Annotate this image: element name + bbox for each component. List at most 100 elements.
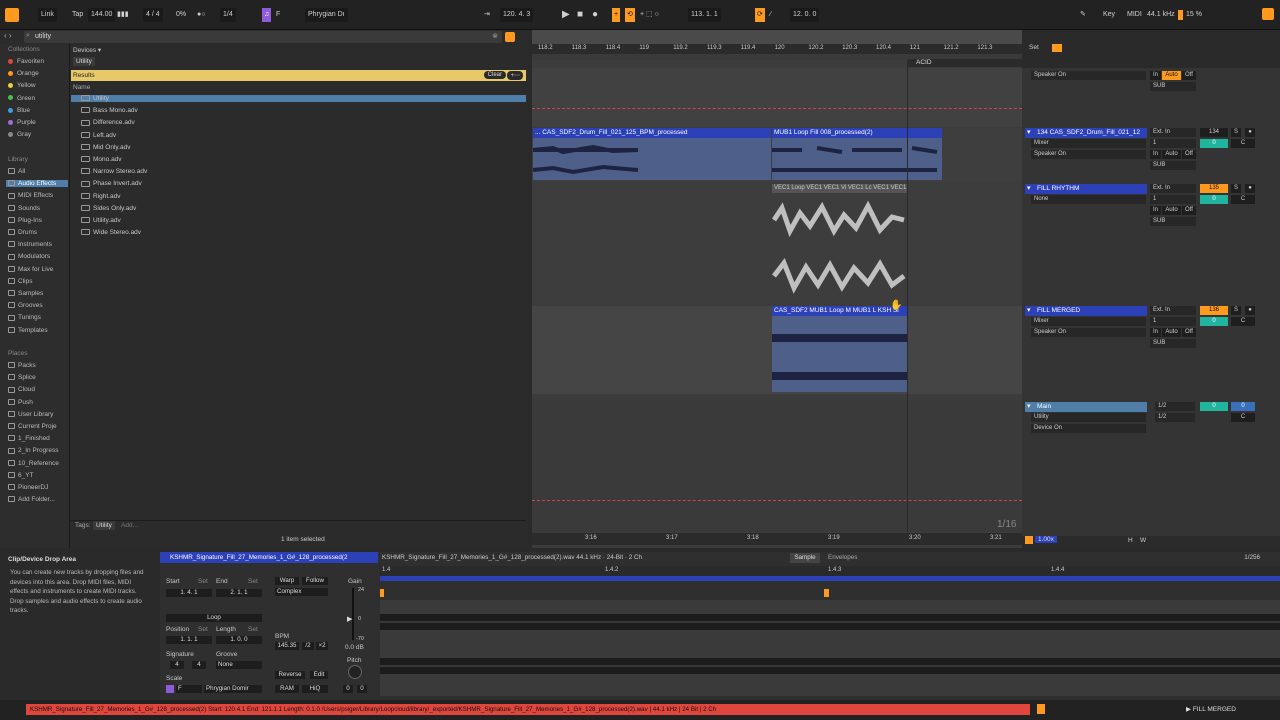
monitor-off-button[interactable]: Off: [1182, 206, 1196, 215]
loop-button[interactable]: Loop: [166, 614, 262, 622]
file-item[interactable]: Bass Mono.adv: [81, 107, 138, 114]
collection-item[interactable]: Orange: [8, 70, 39, 77]
punch-icon[interactable]: + ⬚ ○: [640, 8, 659, 22]
monitor-auto-button[interactable]: Auto: [1162, 71, 1181, 80]
output-sub-select[interactable]: SUB: [1150, 217, 1196, 226]
file-item[interactable]: Difference.adv: [81, 119, 135, 126]
follow-button[interactable]: Follow: [302, 577, 328, 585]
link-button[interactable]: Link: [38, 8, 57, 22]
h-toggle[interactable]: H: [1128, 537, 1133, 544]
output-sub-select[interactable]: SUB: [1150, 82, 1196, 91]
volume-field[interactable]: 0: [1200, 139, 1228, 148]
library-item[interactable]: Sounds: [6, 205, 68, 212]
library-item[interactable]: Grooves: [6, 302, 68, 309]
beat-ruler[interactable]: 118.2 118.3 118.4 119 119.2 119.3 119.4 120 120.…: [532, 44, 1022, 54]
record-dot-icon[interactable]: ●○: [197, 8, 205, 22]
main-pan[interactable]: C: [1231, 413, 1255, 422]
monitor-off-button[interactable]: Off: [1182, 71, 1196, 80]
half-tempo-button[interactable]: /2: [302, 642, 314, 650]
clip-merged[interactable]: CAS_SDF2 MUB1 Loop M MUB1 L KSH Si: [772, 306, 908, 392]
stop-icon[interactable]: ■: [577, 8, 583, 22]
fold-arrow-icon[interactable]: ▾: [1027, 402, 1031, 412]
device-select[interactable]: Utility: [1031, 413, 1146, 422]
track-lane-top[interactable]: [532, 68, 1022, 127]
input-channel-select[interactable]: 1: [1150, 195, 1196, 204]
pan-field[interactable]: C: [1231, 139, 1255, 148]
play-icon[interactable]: ▶: [562, 8, 570, 22]
track-title-bar[interactable]: ▾ FILL MERGED: [1025, 306, 1147, 316]
view-toggle-icon[interactable]: [5, 8, 19, 22]
monitor-auto-button[interactable]: Auto: [1162, 150, 1181, 159]
song-position[interactable]: 120. 4. 3: [500, 8, 534, 22]
place-item[interactable]: 10_Reference: [8, 460, 59, 467]
breadcrumb[interactable]: Devices ▾: [73, 46, 101, 54]
place-item[interactable]: PioneerDJ: [8, 484, 48, 491]
place-item[interactable]: User Library: [8, 411, 53, 418]
collection-item[interactable]: Green: [8, 95, 35, 102]
track-number-button[interactable]: 136: [1200, 306, 1228, 315]
library-item[interactable]: Audio Effects: [6, 180, 68, 188]
main-output-select[interactable]: 1/2: [1155, 402, 1195, 411]
tap-button[interactable]: Tap: [72, 8, 83, 22]
device-param-select[interactable]: Device On: [1031, 424, 1146, 433]
clear-search-icon[interactable]: ⊗: [492, 32, 498, 40]
record-icon[interactable]: ●: [592, 8, 598, 22]
output-select[interactable]: Speaker On: [1031, 150, 1146, 159]
overdub-icon[interactable]: +: [612, 8, 621, 22]
key-map-button[interactable]: Key: [1103, 8, 1115, 22]
library-item[interactable]: Tunings: [6, 314, 68, 321]
scale-name-select[interactable]: Phrygian Domir: [204, 685, 262, 693]
solo-button[interactable]: S: [1231, 128, 1241, 137]
main-track-title[interactable]: ▾ Main: [1025, 402, 1147, 412]
end-set-button[interactable]: Set: [248, 578, 258, 585]
library-item[interactable]: Plug-Ins: [6, 217, 68, 224]
follow-icon[interactable]: ⇥: [484, 8, 490, 22]
name-column-header[interactable]: Name: [73, 84, 90, 91]
sample-ruler[interactable]: 1.4 1.4.2 1.4.3 1.4.4: [380, 566, 1280, 576]
edit-button[interactable]: Edit: [310, 671, 328, 679]
add-tag-button[interactable]: Add...: [121, 522, 138, 529]
footer-tag[interactable]: Utility: [93, 521, 115, 530]
library-item[interactable]: All: [6, 168, 68, 175]
collection-item[interactable]: Blue: [8, 107, 30, 114]
signature-field[interactable]: 4 / 4: [143, 8, 163, 22]
place-item[interactable]: Push: [8, 399, 33, 406]
fold-arrow-icon[interactable]: ▾: [1027, 184, 1031, 194]
file-item[interactable]: Sides Only.adv: [81, 205, 136, 212]
scale-mode-icon[interactable]: ♫: [262, 8, 272, 22]
metronome-icon[interactable]: ▮▮▮: [117, 8, 129, 22]
clear-button[interactable]: Clear: [483, 71, 506, 79]
output-sub-select[interactable]: SUB: [1150, 339, 1196, 348]
library-item[interactable]: Samples: [6, 290, 68, 297]
main-cue-select[interactable]: 1/2: [1155, 413, 1195, 422]
collection-item[interactable]: Yellow: [8, 82, 36, 89]
volume-field[interactable]: 0: [1200, 317, 1228, 326]
input-channel-select[interactable]: 1: [1150, 317, 1196, 326]
gain-slider[interactable]: [352, 588, 354, 640]
monitor-off-button[interactable]: Off: [1182, 150, 1196, 159]
gain-handle-icon[interactable]: ▶: [347, 615, 352, 623]
solo-button[interactable]: S: [1231, 184, 1241, 193]
output-select[interactable]: Speaker On: [1031, 328, 1146, 337]
midi-map-button[interactable]: MIDI: [1127, 8, 1142, 22]
track-title-bar[interactable]: ▾ 134 CAS_SDF2_Drum_Fill_021_12: [1025, 128, 1147, 138]
warp-button[interactable]: Warp: [275, 577, 299, 585]
monitor-in-button[interactable]: In: [1150, 71, 1161, 80]
volume-field[interactable]: 0: [1200, 195, 1228, 204]
fold-arrow-icon[interactable]: ▾: [1027, 128, 1031, 138]
scale-select[interactable]: Phrygian Dı: [305, 8, 348, 22]
search-input[interactable]: ⌕ utility ⊗: [24, 31, 502, 43]
start-field[interactable]: 1. 4. 1: [166, 589, 212, 597]
filter-icon[interactable]: [505, 32, 515, 42]
status-track[interactable]: ▶ FILL MERGED: [1186, 705, 1236, 713]
file-item[interactable]: Utility: [71, 95, 526, 102]
w-toggle[interactable]: W: [1140, 537, 1146, 544]
file-item[interactable]: Wide Stereo.adv: [81, 229, 141, 236]
file-item[interactable]: Right.adv: [81, 193, 120, 200]
arm-icon[interactable]: ●: [1245, 128, 1255, 137]
set-locator-button[interactable]: Set: [1026, 44, 1042, 51]
automation-arm-icon[interactable]: ⟲: [625, 8, 635, 22]
monitor-off-button[interactable]: Off: [1182, 328, 1196, 337]
place-item[interactable]: 6_YT: [8, 472, 34, 479]
monitor-auto-button[interactable]: Auto: [1162, 328, 1181, 337]
